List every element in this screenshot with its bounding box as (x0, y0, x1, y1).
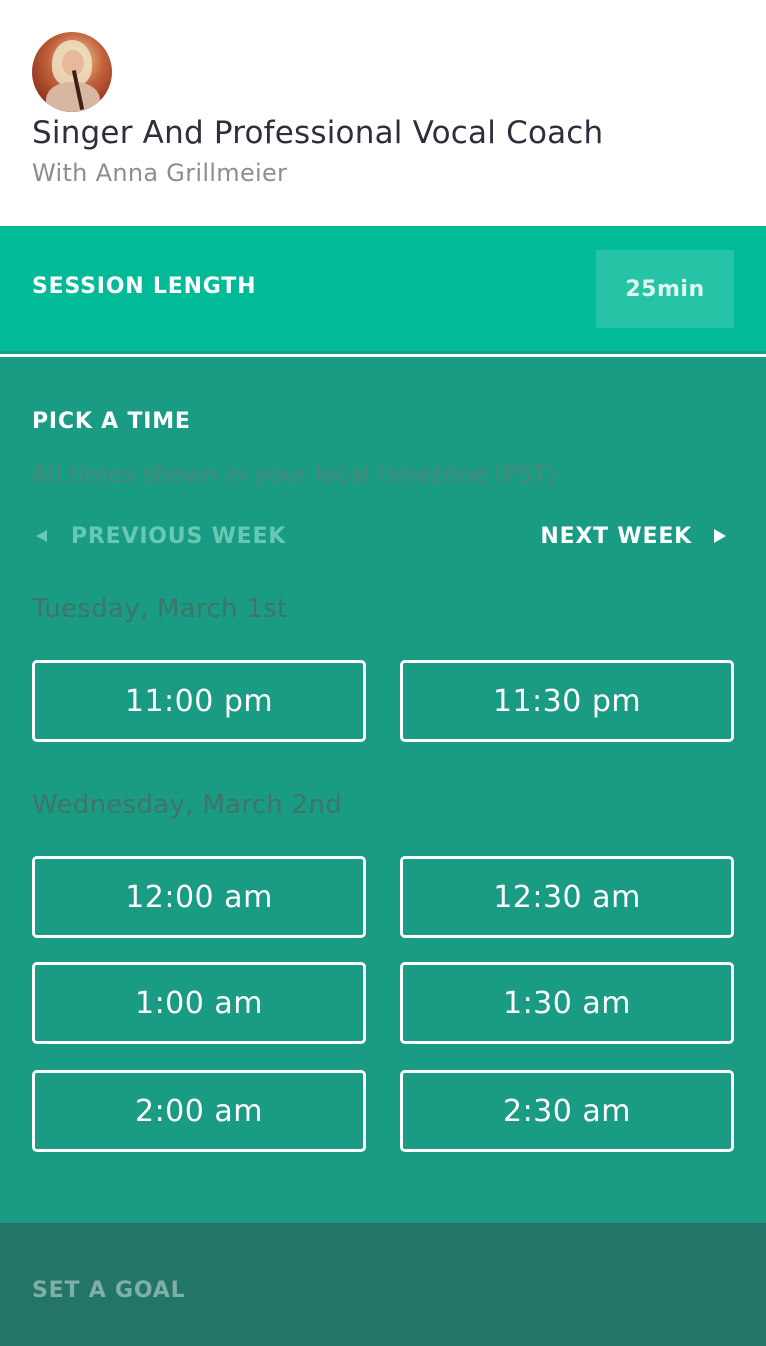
time-slot-button[interactable]: 12:30 am (400, 856, 734, 938)
previous-week-label: PREVIOUS WEEK (71, 523, 287, 549)
set-a-goal-label: SET A GOAL (32, 1278, 186, 1303)
time-slot-button[interactable]: 1:00 am (32, 962, 366, 1044)
time-slot-button[interactable]: 1:30 am (400, 962, 734, 1044)
time-slot-button[interactable]: 11:30 pm (400, 660, 734, 742)
time-slot-button[interactable]: 12:00 am (32, 856, 366, 938)
timezone-note: All times shown in your local timezone (… (32, 462, 557, 488)
previous-week-button[interactable]: PREVIOUS WEEK (36, 521, 286, 551)
pick-a-time-heading: PICK A TIME (32, 409, 191, 434)
session-length-label: SESSION LENGTH (32, 274, 257, 299)
time-slot-button[interactable]: 2:30 am (400, 1070, 734, 1152)
session-length-selector[interactable]: 25min (596, 250, 734, 328)
triangle-right-icon (714, 529, 726, 543)
next-week-button[interactable]: NEXT WEEK (540, 521, 726, 551)
page-title: Singer And Professional Vocal Coach (32, 115, 604, 151)
avatar (32, 32, 112, 112)
triangle-left-icon (36, 530, 47, 542)
day-label: Wednesday, March 2nd (32, 790, 343, 820)
next-week-label: NEXT WEEK (540, 523, 692, 549)
time-slot-button[interactable]: 2:00 am (32, 1070, 366, 1152)
day-label: Tuesday, March 1st (32, 594, 288, 624)
pick-a-time-section: PICK A TIME All times shown in your loca… (0, 357, 766, 1223)
header: Singer And Professional Vocal Coach With… (0, 0, 766, 226)
set-a-goal-section[interactable]: SET A GOAL (0, 1223, 766, 1346)
booking-page: Singer And Professional Vocal Coach With… (0, 0, 766, 1346)
time-slot-button[interactable]: 11:00 pm (32, 660, 366, 742)
coach-name: With Anna Grillmeier (32, 159, 288, 187)
session-length-bar: SESSION LENGTH 25min (0, 226, 766, 354)
